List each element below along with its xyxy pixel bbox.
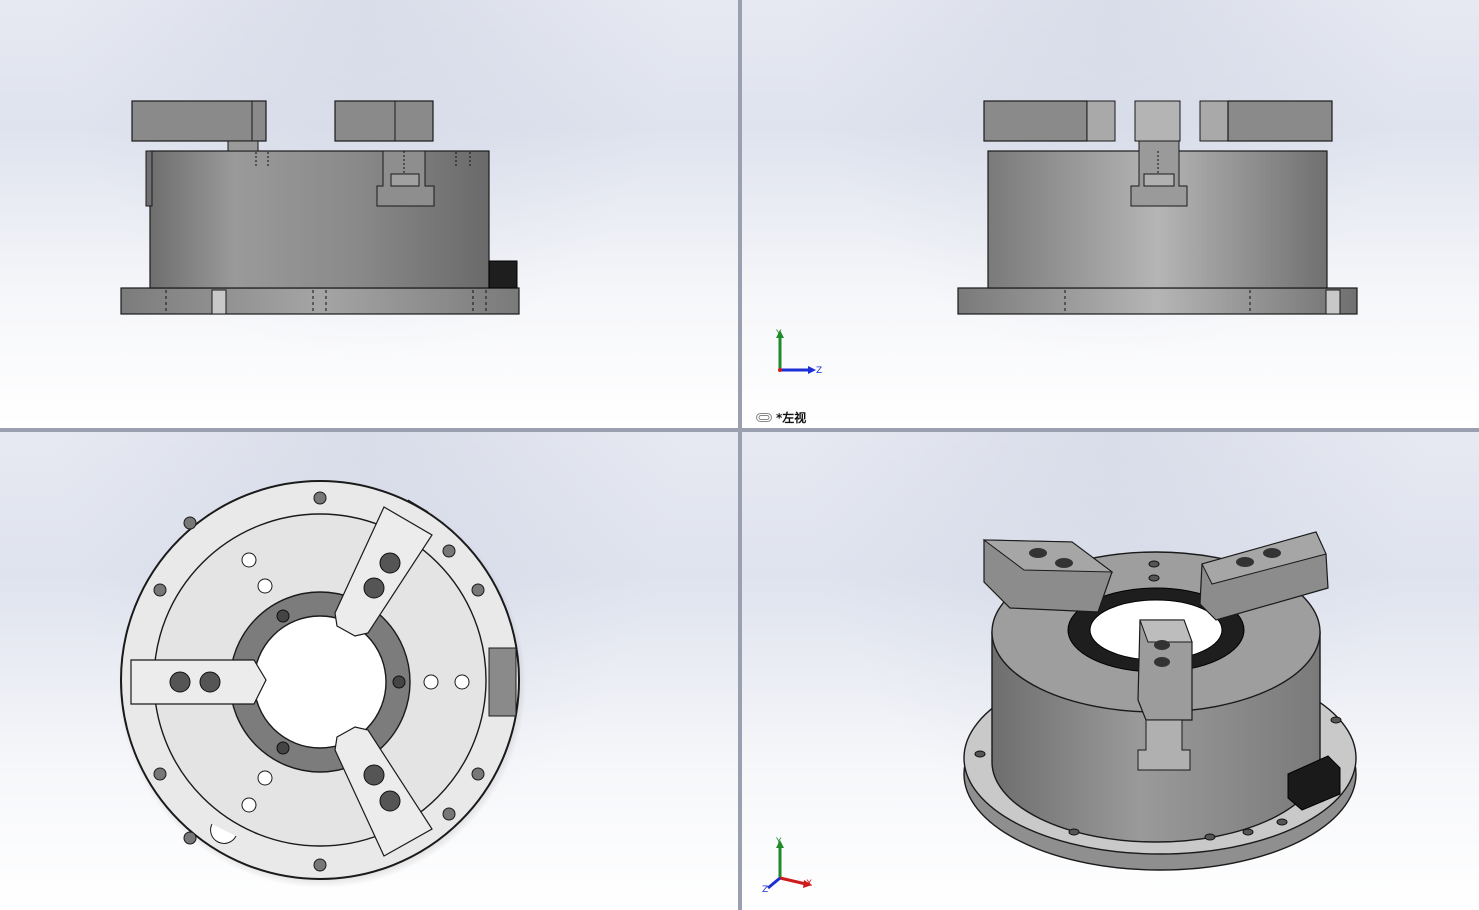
side-block: [488, 260, 518, 289]
svg-text:Z: Z: [762, 885, 768, 894]
link-icon: [756, 413, 772, 422]
viewport-front[interactable]: [0, 0, 738, 428]
jaw-right: [1227, 100, 1333, 142]
jaw-right: [334, 100, 434, 142]
svg-text:Z: Z: [816, 366, 822, 376]
axis-triad: Y X Z: [762, 837, 812, 894]
isometric-view-model[interactable]: [742, 432, 1479, 910]
base-flange: [120, 287, 520, 315]
svg-text:Y: Y: [775, 837, 782, 847]
view-name: *左视: [776, 411, 807, 425]
viewport-top[interactable]: [0, 432, 738, 910]
viewport-left[interactable]: Y Z *左视: [742, 0, 1479, 428]
jaw-left: [131, 100, 267, 142]
jaw-center: [1134, 100, 1181, 142]
front-view-model[interactable]: [0, 0, 738, 428]
axis-triad: Y Z: [775, 329, 822, 376]
base-flange: [957, 287, 1358, 315]
chuck-body: [149, 150, 490, 289]
svg-text:X: X: [806, 879, 812, 889]
view-name-label: *左视: [756, 409, 806, 426]
side-block: [488, 647, 517, 717]
svg-text:Y: Y: [775, 329, 782, 339]
viewport-isometric[interactable]: Y X Z: [742, 432, 1479, 910]
center-bore: [253, 615, 387, 749]
jaw-left: [983, 100, 1088, 142]
left-view-model[interactable]: [742, 0, 1479, 428]
jaw-left: [130, 659, 267, 705]
top-view-model[interactable]: [0, 432, 738, 910]
